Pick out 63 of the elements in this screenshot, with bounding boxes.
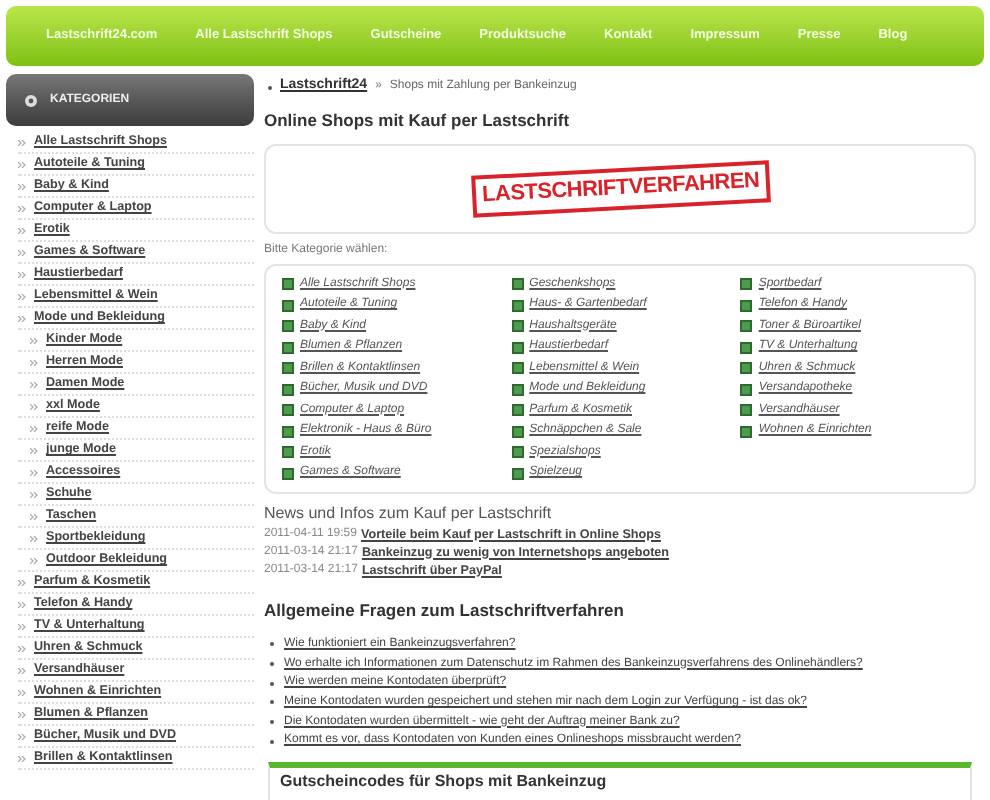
chevron-icon <box>18 139 26 145</box>
square-icon <box>511 278 524 290</box>
chevron-icon <box>30 513 38 519</box>
chevron-icon <box>18 601 26 607</box>
square-icon <box>740 425 753 437</box>
square-icon <box>511 299 524 311</box>
section-heading: Allgemeine Fragen zum Lastschriftverfahren <box>264 597 626 623</box>
chevron-icon <box>18 315 26 321</box>
chevron-icon <box>30 491 38 497</box>
chevron-icon <box>30 359 38 365</box>
square-icon <box>511 341 524 353</box>
chevron-icon <box>18 711 26 717</box>
square-icon <box>511 362 524 374</box>
square-icon <box>282 425 294 437</box>
chevron-icon <box>30 557 38 563</box>
chevron-icon <box>30 425 38 431</box>
square-icon <box>740 320 753 332</box>
chevron-icon <box>18 227 26 233</box>
chevron-icon <box>30 535 38 541</box>
square-icon <box>740 362 753 374</box>
square-icon <box>511 425 524 437</box>
square-icon <box>282 320 294 332</box>
square-icon <box>740 341 753 353</box>
chevron-icon <box>30 447 38 453</box>
square-icon <box>511 446 524 458</box>
square-icon <box>511 320 524 332</box>
chevron-icon <box>18 183 26 189</box>
chevron-icon <box>30 381 38 387</box>
square-icon <box>282 299 294 311</box>
section-heading: Gutscheincodes für Shops mit Bankeinzug <box>280 769 609 794</box>
square-icon <box>282 341 294 353</box>
chevron-icon <box>18 271 26 277</box>
section-heading: News und Infos zum Kauf per Lastschrift <box>264 501 554 526</box>
chevron-icon <box>18 667 26 673</box>
chevron-icon <box>18 733 26 739</box>
chevron-icon <box>18 249 26 255</box>
square-icon <box>282 362 294 374</box>
circle-icon <box>24 93 38 107</box>
chevron-icon <box>30 469 38 475</box>
chevron-icon <box>18 755 26 761</box>
chevron-icon <box>18 579 26 585</box>
chevron-icon <box>18 205 26 211</box>
chevron-icon <box>30 403 38 409</box>
chevron-icon <box>18 689 26 695</box>
square-icon <box>511 404 524 416</box>
stamp-logo: LASTSCHRIFTVERFAHREN <box>470 160 770 217</box>
square-icon <box>282 278 294 290</box>
chevron-icon <box>30 337 38 343</box>
square-icon <box>282 404 294 416</box>
chevron-icon <box>18 161 26 167</box>
square-icon <box>282 446 294 458</box>
square-icon <box>511 383 524 395</box>
page-title: Online Shops mit Kauf per Lastschrift <box>264 108 572 134</box>
square-icon <box>282 467 294 479</box>
square-icon <box>511 467 524 479</box>
square-icon <box>282 383 294 395</box>
square-icon <box>740 278 753 290</box>
chevron-icon <box>18 645 26 651</box>
square-icon <box>740 383 753 395</box>
chevron-icon <box>18 293 26 299</box>
chevron-icon <box>18 623 26 629</box>
square-icon <box>740 299 753 311</box>
square-icon <box>740 404 753 416</box>
